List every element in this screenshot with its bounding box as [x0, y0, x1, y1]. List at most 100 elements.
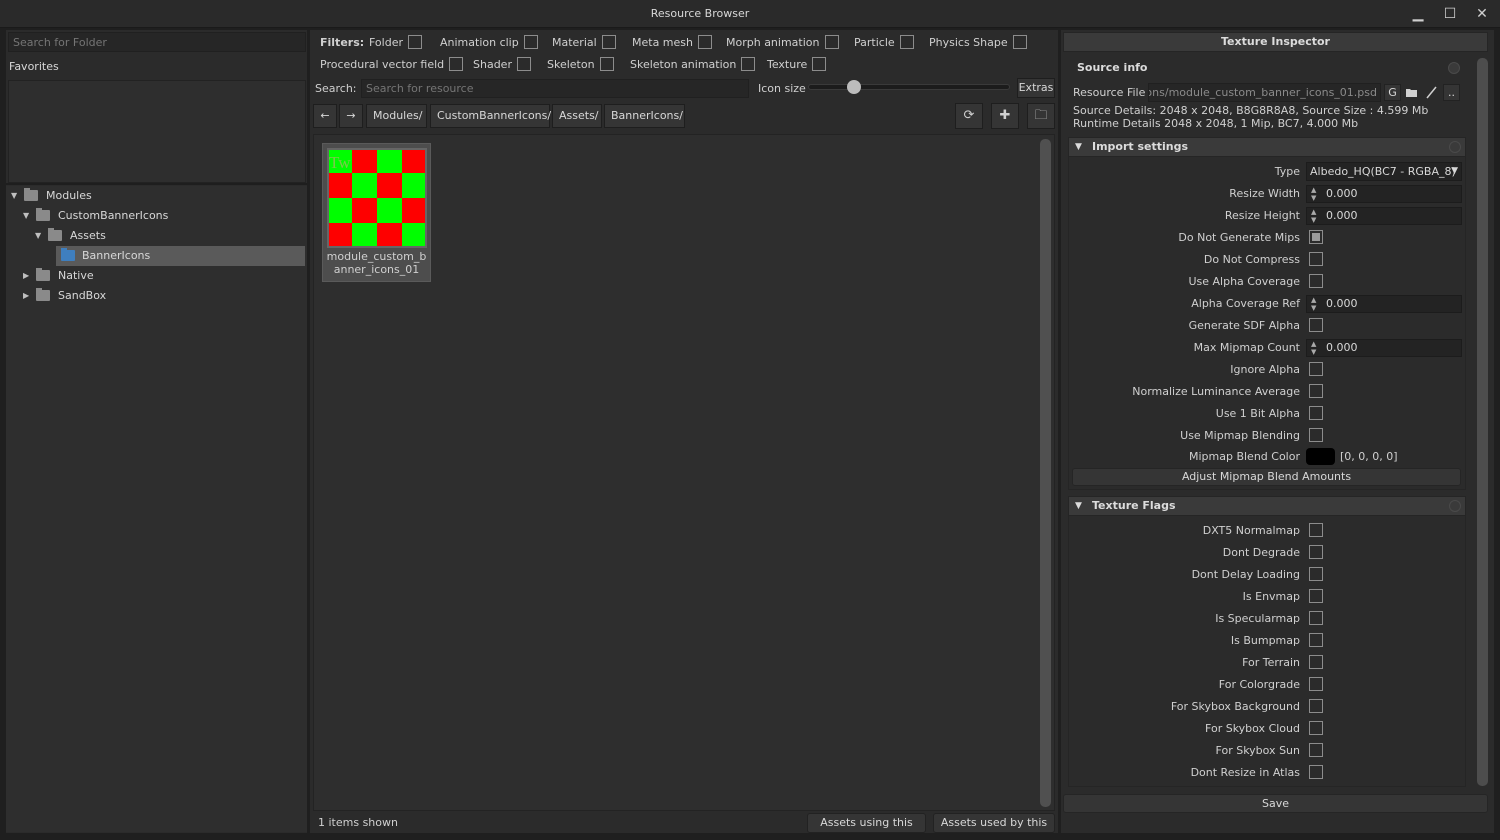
generate-sdf-alpha-checkbox[interactable]	[1309, 318, 1323, 332]
max-mipmap-count-spinbox[interactable]: ▲ ▼ 0.000	[1306, 339, 1462, 357]
section-toggle[interactable]	[1449, 141, 1461, 153]
for-skybox-sun-checkbox[interactable]	[1309, 743, 1323, 757]
close-button[interactable]: ✕	[1471, 4, 1493, 24]
adjust-mipmap-blend-button[interactable]: Adjust Mipmap Blend Amounts	[1072, 468, 1461, 486]
filter-procedural-vector-field[interactable]: Procedural vector field	[320, 57, 464, 73]
expand-arrow-icon[interactable]: ▶	[23, 266, 33, 286]
source-info-toggle[interactable]	[1448, 62, 1460, 74]
browse-button[interactable]: ..	[1443, 84, 1460, 101]
for-terrain-checkbox[interactable]	[1309, 655, 1323, 669]
dont-resize-in-atlas-checkbox[interactable]	[1309, 765, 1323, 779]
is-bumpmap-checkbox[interactable]	[1309, 633, 1323, 647]
dont-delay-loading-checkbox[interactable]	[1309, 567, 1323, 581]
open-folder-icon[interactable]	[1403, 84, 1421, 101]
tree-item-modules[interactable]: ▼ Modules	[6, 186, 306, 206]
filter-texture[interactable]: Texture	[767, 57, 827, 73]
filter-checkbox[interactable]	[599, 57, 614, 71]
texture-flags-header[interactable]: ▼ Texture Flags	[1068, 496, 1466, 516]
normalize-luminance-average-checkbox[interactable]	[1309, 384, 1323, 398]
dxt5-normalmap-checkbox[interactable]	[1309, 523, 1323, 537]
spin-arrows-icon[interactable]: ▲ ▼	[1311, 296, 1316, 312]
folder-open-icon[interactable]: 🗀	[1027, 103, 1055, 129]
tree-item-custombannericons[interactable]: ▼ CustomBannerIcons	[6, 206, 306, 226]
filter-checkbox[interactable]	[1012, 35, 1027, 49]
filter-checkbox[interactable]	[698, 35, 712, 49]
maximize-button[interactable]: ☐	[1439, 4, 1461, 24]
expand-arrow-icon[interactable]: ▼	[11, 186, 21, 206]
filter-material[interactable]: Material	[552, 35, 616, 51]
spin-arrows-icon[interactable]: ▲ ▼	[1311, 208, 1316, 224]
filter-checkbox[interactable]	[812, 57, 827, 71]
assets-used-by-this-button[interactable]: Assets used by this	[933, 813, 1055, 833]
back-button[interactable]: ←	[313, 104, 337, 128]
breadcrumb-custombannericons[interactable]: CustomBannerIcons/	[430, 104, 551, 128]
tree-item-assets[interactable]: ▼ Assets	[6, 226, 306, 246]
filter-checkbox[interactable]	[523, 35, 538, 49]
use-alpha-coverage-checkbox[interactable]	[1309, 274, 1323, 288]
filter-skeleton-animation[interactable]: Skeleton animation	[630, 57, 756, 73]
filter-skeleton[interactable]: Skeleton	[547, 57, 614, 73]
filter-folder[interactable]: Folder	[369, 35, 422, 51]
use-1-bit-alpha-checkbox[interactable]	[1309, 406, 1323, 420]
is-envmap-checkbox[interactable]	[1309, 589, 1323, 603]
extras-button[interactable]: Extras	[1017, 78, 1055, 98]
expand-arrow-icon[interactable]: ▼	[35, 226, 45, 246]
resize-height-spinbox[interactable]: ▲ ▼ 0.000	[1306, 207, 1462, 225]
breadcrumb-bannericons[interactable]: BannerIcons/	[604, 104, 685, 128]
spin-arrows-icon[interactable]: ▲ ▼	[1311, 340, 1316, 356]
expand-arrow-icon[interactable]: ▶	[23, 286, 33, 306]
for-colorgrade-checkbox[interactable]	[1309, 677, 1323, 691]
add-search-icon[interactable]: ✚	[991, 103, 1019, 129]
edit-pencil-icon[interactable]	[1423, 84, 1441, 101]
filter-meta-mesh[interactable]: Meta mesh	[632, 35, 712, 51]
filter-shader[interactable]: Shader	[473, 57, 531, 73]
expand-arrow-icon[interactable]: ▼	[23, 206, 33, 226]
filter-checkbox[interactable]	[408, 35, 422, 49]
section-toggle[interactable]	[1449, 500, 1461, 512]
tree-item-bannericons[interactable]: BannerIcons	[56, 246, 305, 266]
save-button[interactable]: Save	[1063, 794, 1488, 813]
breadcrumb-assets[interactable]: Assets/	[552, 104, 602, 128]
collapse-arrow-icon[interactable]: ▼	[1075, 497, 1082, 515]
forward-button[interactable]: →	[339, 104, 363, 128]
filter-checkbox[interactable]	[516, 57, 531, 71]
ignore-alpha-checkbox[interactable]	[1309, 362, 1323, 376]
splitter[interactable]	[6, 183, 307, 185]
resource-search-input[interactable]	[361, 79, 749, 98]
import-settings-header[interactable]: ▼ Import settings	[1068, 137, 1466, 157]
is-specularmap-checkbox[interactable]	[1309, 611, 1323, 625]
do-not-generate-mips-checkbox[interactable]	[1309, 230, 1323, 244]
tree-item-native[interactable]: ▶ Native	[6, 266, 306, 286]
filter-checkbox[interactable]	[449, 57, 464, 71]
filter-particle[interactable]: Particle	[854, 35, 914, 51]
filter-animation-clip[interactable]: Animation clip	[440, 35, 538, 51]
resource-file-field[interactable]: \Icons/module_custom_banner_icons_01.psd	[1148, 83, 1381, 102]
filter-checkbox[interactable]	[824, 35, 839, 49]
folder-search-input[interactable]	[8, 32, 306, 52]
g-button[interactable]: G	[1384, 84, 1401, 101]
type-dropdown[interactable]: Albedo_HQ(BC7 - RGBA_8) ▼	[1306, 162, 1462, 181]
for-skybox-background-checkbox[interactable]	[1309, 699, 1323, 713]
filter-checkbox[interactable]	[741, 57, 756, 71]
for-skybox-cloud-checkbox[interactable]	[1309, 721, 1323, 735]
mipmap-blend-color-swatch[interactable]	[1306, 448, 1335, 465]
asset-tile[interactable]: Tw module_custom_b anner_icons_01	[322, 143, 431, 282]
breadcrumb-modules[interactable]: Modules/	[366, 104, 427, 128]
filter-checkbox[interactable]	[601, 35, 616, 49]
alpha-coverage-ref-spinbox[interactable]: ▲ ▼ 0.000	[1306, 295, 1462, 313]
use-mipmap-blending-checkbox[interactable]	[1309, 428, 1323, 442]
do-not-compress-checkbox[interactable]	[1309, 252, 1323, 266]
slider-handle[interactable]	[847, 80, 861, 94]
spin-arrows-icon[interactable]: ▲ ▼	[1311, 186, 1316, 202]
tree-item-sandbox[interactable]: ▶ SandBox	[6, 286, 306, 306]
filter-morph-animation[interactable]: Morph animation	[726, 35, 839, 51]
refresh-search-icon[interactable]: ⟳	[955, 103, 983, 129]
minimize-button[interactable]: ▁	[1407, 4, 1429, 24]
collapse-arrow-icon[interactable]: ▼	[1075, 138, 1082, 156]
dont-degrade-checkbox[interactable]	[1309, 545, 1323, 559]
assets-using-this-button[interactable]: Assets using this	[807, 813, 926, 833]
inspector-scrollbar[interactable]	[1477, 58, 1488, 786]
icon-size-slider[interactable]	[808, 80, 1010, 94]
filter-checkbox[interactable]	[899, 35, 914, 49]
filter-physics-shape[interactable]: Physics Shape	[929, 35, 1027, 51]
